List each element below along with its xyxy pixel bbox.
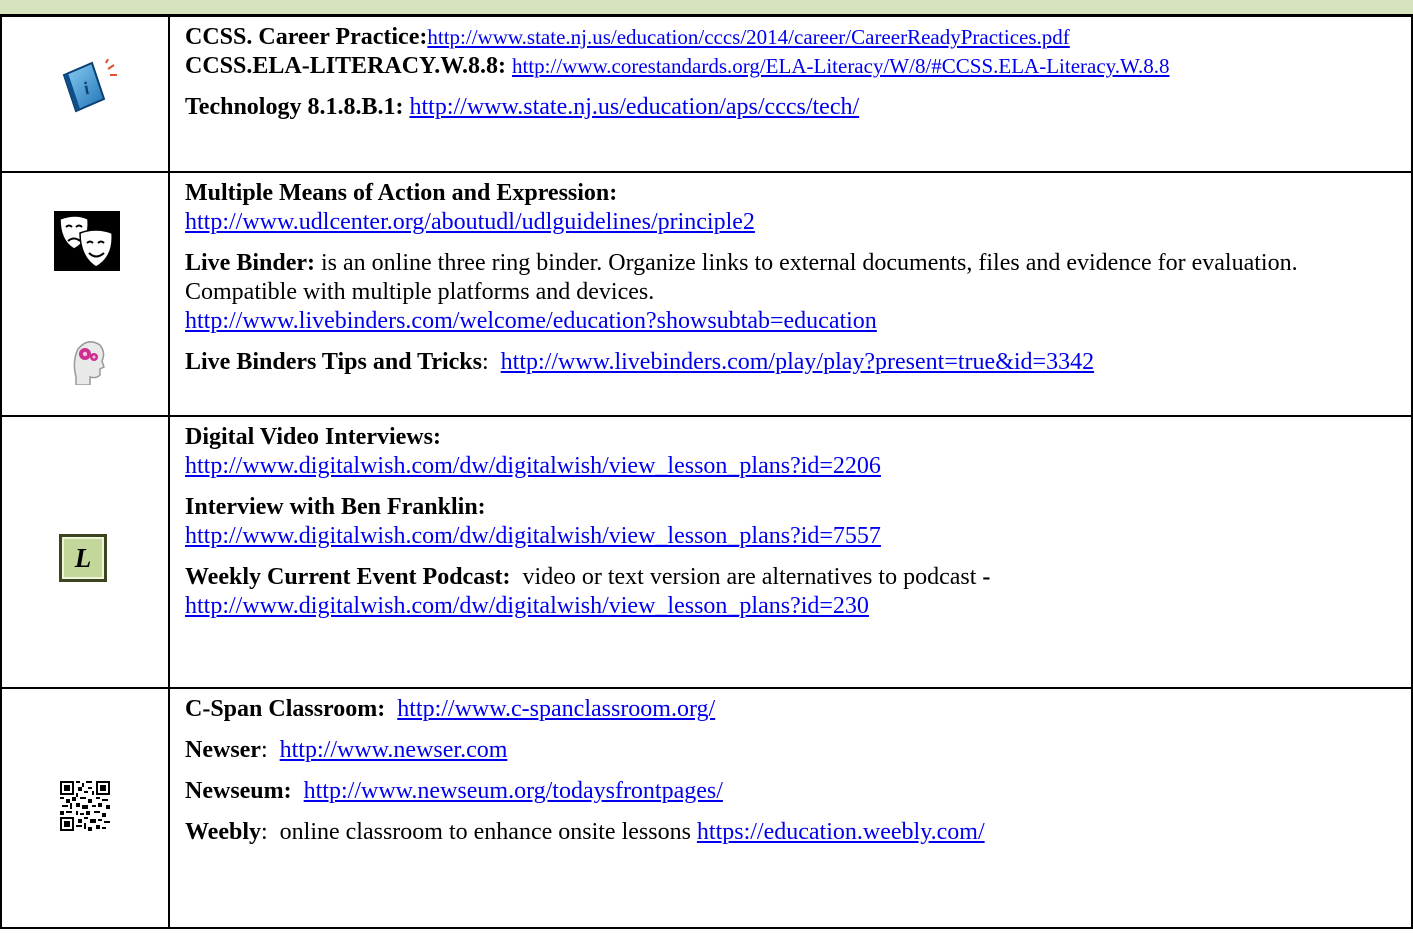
l-badge-icon: L	[59, 534, 107, 582]
brain-gears-icon	[73, 341, 105, 385]
qr-code-icon	[60, 781, 110, 831]
resource-link[interactable]: http://www.newser.com	[280, 737, 508, 763]
list-item: Technology 8.1.8.B.1: http://www.state.n…	[185, 93, 1407, 122]
icon-cell: i	[0, 15, 170, 173]
resource-description: video or text version are alternatives t…	[510, 564, 983, 590]
resource-link[interactable]: http://www.newseum.org/todaysfrontpages/	[304, 778, 723, 804]
resource-label: Digital Video Interviews:	[185, 424, 441, 450]
resource-description: : online classroom to enhance onsite les…	[261, 819, 697, 845]
resource-link[interactable]: http://www.livebinders.com/play/play?pre…	[501, 349, 1094, 375]
resource-list: C-Span Classroom: http://www.c-spanclass…	[168, 687, 1413, 929]
list-item: Weebly: online classroom to enhance onsi…	[185, 818, 1407, 847]
list-item: Digital Video Interviews: http://www.dig…	[185, 423, 1407, 481]
resource-link[interactable]: http://www.udlcenter.org/aboutudl/udlgui…	[185, 209, 755, 235]
resource-link[interactable]: http://www.digitalwish.com/dw/digitalwis…	[185, 453, 881, 479]
list-item: Live Binders Tips and Tricks: http://www…	[185, 348, 1407, 377]
label-separator: :	[260, 737, 280, 763]
list-item: Newseum: http://www.newseum.org/todaysfr…	[185, 777, 1407, 806]
list-item: Multiple Means of Action and Expression:…	[185, 179, 1407, 237]
resource-description: is an online three ring binder. Organize…	[185, 250, 1298, 305]
resource-label: CCSS. Career Practice:	[185, 24, 428, 50]
resource-link[interactable]: http://www.livebinders.com/welcome/educa…	[185, 308, 877, 334]
label-separator: :	[482, 349, 501, 375]
resource-label: Live Binders Tips and Tricks	[185, 349, 482, 375]
icon-cell	[0, 171, 170, 417]
table-row: L Digital Video Interviews: http://www.d…	[0, 415, 1413, 689]
resource-label: Newser	[185, 737, 261, 763]
list-item: Interview with Ben Franklin: http://www.…	[185, 493, 1407, 551]
resource-label: Weekly Current Event Podcast:	[185, 564, 511, 590]
resource-label: Interview with Ben Franklin:	[185, 494, 486, 520]
resource-list: CCSS. Career Practice:http://www.state.n…	[168, 15, 1413, 173]
resource-link[interactable]: http://www.digitalwish.com/dw/digitalwis…	[185, 523, 881, 549]
resource-label: CCSS.ELA-LITERACY.W.8.8:	[185, 53, 506, 79]
list-item: Weekly Current Event Podcast: video or t…	[185, 563, 1407, 621]
resource-label: Newseum:	[185, 778, 292, 804]
resource-link[interactable]: http://www.state.nj.us/education/aps/ccc…	[409, 94, 859, 120]
dash-separator: -	[982, 564, 991, 590]
resource-label: Multiple Means of Action and Expression:	[185, 180, 618, 206]
table-row: i CCSS. Career Practice:http://www.state…	[0, 15, 1413, 173]
resource-link[interactable]: http://www.state.nj.us/education/cccs/20…	[427, 25, 1069, 49]
resource-label: Live Binder:	[185, 250, 315, 276]
table-row: Multiple Means of Action and Expression:…	[0, 171, 1413, 417]
list-item: Newser: http://www.newser.com	[185, 736, 1407, 765]
resource-label: Technology 8.1.8.B.1:	[185, 94, 404, 120]
resource-link[interactable]: http://www.corestandards.org/ELA-Literac…	[512, 54, 1169, 78]
resource-label: C-Span Classroom:	[185, 696, 386, 722]
resource-list: Multiple Means of Action and Expression:…	[168, 171, 1413, 417]
drama-masks-icon	[54, 211, 120, 271]
list-item: C-Span Classroom: http://www.c-spanclass…	[185, 695, 1407, 724]
list-item: Live Binder: is an online three ring bin…	[185, 249, 1407, 336]
resource-label: Weebly	[185, 819, 261, 845]
resource-list: Digital Video Interviews: http://www.dig…	[168, 415, 1413, 689]
info-book-icon: i	[62, 59, 117, 113]
resources-table: i CCSS. Career Practice:http://www.state…	[0, 15, 1413, 929]
badge-letter: L	[62, 537, 104, 579]
icon-cell: L	[0, 415, 170, 689]
resource-link[interactable]: http://www.c-spanclassroom.org/	[397, 696, 715, 722]
list-item: CCSS. Career Practice:http://www.state.n…	[185, 23, 1407, 52]
resource-link[interactable]: http://www.digitalwish.com/dw/digitalwis…	[185, 593, 869, 619]
table-row: C-Span Classroom: http://www.c-spanclass…	[0, 687, 1413, 929]
icon-cell	[0, 687, 170, 929]
header-band	[0, 0, 1413, 16]
list-item: CCSS.ELA-LITERACY.W.8.8: http://www.core…	[185, 52, 1407, 81]
resource-link[interactable]: https://education.weebly.com/	[697, 819, 985, 845]
